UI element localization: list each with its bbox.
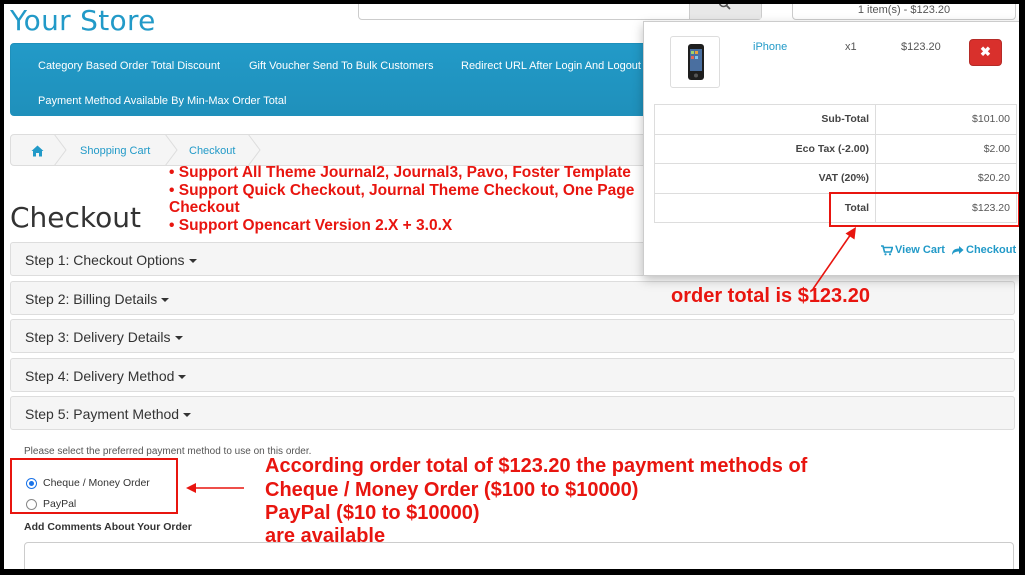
comments-label: Add Comments About Your Order: [24, 521, 192, 533]
page-title: Checkout: [10, 201, 141, 234]
totals-value: $2.00: [875, 133, 1017, 164]
payment-option-label: Cheque / Money Order: [43, 477, 150, 489]
cart-item-price: $123.20: [901, 41, 941, 53]
promo-line-1: • Support All Theme Journal2, Journal3, …: [169, 164, 631, 181]
step-payment-method[interactable]: Step 5: Payment Method: [10, 396, 1015, 430]
breadcrumb-checkout[interactable]: Checkout: [189, 145, 235, 157]
totals-label: Eco Tax (-2.00): [654, 133, 876, 164]
search-bar: [358, 4, 762, 20]
breadcrumb-shopping-cart[interactable]: Shopping Cart: [80, 145, 150, 157]
caret-down-icon: [174, 336, 183, 341]
step-delivery-method[interactable]: Step 4: Delivery Method: [10, 358, 1015, 392]
step-title: Step 4: Delivery Method: [25, 368, 175, 384]
arrow-up-annotation: [812, 227, 856, 290]
payment-option-paypal[interactable]: PayPal: [26, 498, 76, 510]
close-icon: ✖: [980, 44, 991, 59]
table-row: Eco Tax (-2.00) $2.00: [654, 133, 1017, 164]
search-button[interactable]: [689, 4, 761, 19]
comments-textarea[interactable]: [24, 542, 1014, 569]
checkout-link[interactable]: Checkout: [951, 244, 1016, 256]
search-icon: [718, 4, 731, 10]
breadcrumb-separator: [164, 134, 178, 166]
product-thumbnail[interactable]: [670, 36, 720, 88]
menu-item-payment-min-max[interactable]: Payment Method Available By Min-Max Orde…: [38, 95, 286, 107]
step-title: Step 1: Checkout Options: [25, 252, 185, 268]
promo-line-2: • Support Quick Checkout, Journal Theme …: [169, 181, 635, 199]
menu-item-gift-voucher[interactable]: Gift Voucher Send To Bulk Customers: [249, 60, 433, 72]
share-icon: [952, 245, 964, 255]
caret-down-icon: [183, 413, 192, 418]
caret-down-icon: [188, 259, 197, 264]
annotation-methods-line-4: are available: [265, 525, 386, 547]
payment-option-label: PayPal: [43, 498, 77, 510]
payment-option-cheque[interactable]: Cheque / Money Order: [26, 477, 150, 489]
step-delivery-details[interactable]: Step 3: Delivery Details: [10, 319, 1015, 353]
home-icon[interactable]: [31, 144, 44, 162]
arrow-left-annotation: [186, 483, 244, 493]
total-highlight: [829, 192, 1019, 227]
store-logo[interactable]: Your Store: [10, 4, 156, 37]
annotation-methods-line-3: PayPal ($10 to $10000): [265, 502, 480, 524]
step-title: Step 2: Billing Details: [25, 291, 158, 307]
radio-button[interactable]: [26, 498, 37, 510]
totals-value: $20.20: [875, 163, 1017, 194]
search-input[interactable]: [369, 4, 669, 5]
menu-item-redirect-url[interactable]: Redirect URL After Login And Logout: [461, 60, 641, 72]
breadcrumb: Shopping Cart Checkout: [10, 134, 660, 166]
annotation-methods-line-2: Cheque / Money Order ($100 to $10000): [265, 479, 639, 501]
shopping-cart-icon: [881, 244, 893, 255]
caret-down-icon: [178, 375, 187, 380]
totals-value: $101.00: [875, 104, 1017, 135]
breadcrumb-separator: [53, 134, 67, 166]
checkout-label: Checkout: [966, 244, 1017, 256]
breadcrumb-separator: [247, 134, 261, 166]
remove-item-button[interactable]: ✖: [969, 39, 1002, 66]
promo-line-3: Checkout: [169, 199, 240, 216]
view-cart-link[interactable]: View Cart: [881, 244, 945, 256]
cart-item-qty: x1: [845, 41, 857, 53]
caret-down-icon: [161, 298, 170, 303]
totals-label: VAT (20%): [654, 163, 876, 194]
annotation-methods-line-1: According order total of $123.20 the pay…: [265, 455, 808, 477]
table-row: VAT (20%) $20.20: [654, 163, 1017, 194]
radio-button-checked[interactable]: [26, 477, 37, 489]
cart-button[interactable]: 1 item(s) - $123.20: [792, 4, 1016, 20]
main-menu: Category Based Order Total Discount Gift…: [10, 43, 660, 116]
step-title: Step 3: Delivery Details: [25, 329, 171, 345]
screenshot-frame: Your Store 1 item(s) - $123.20 Category …: [4, 4, 1019, 569]
step-title: Step 5: Payment Method: [25, 406, 180, 422]
payment-options-highlight: Cheque / Money Order PayPal: [10, 458, 178, 514]
phone-icon: [688, 44, 704, 80]
table-row: Sub-Total $101.00: [654, 104, 1017, 135]
menu-item-category-discount[interactable]: Category Based Order Total Discount: [38, 60, 220, 72]
annotation-order-total: order total is $123.20: [671, 285, 870, 307]
promo-line-4: • Support Opencart Version 2.X + 3.0.X: [169, 216, 453, 234]
totals-label: Sub-Total: [654, 104, 876, 135]
view-cart-label: View Cart: [895, 244, 945, 256]
cart-item-name[interactable]: iPhone: [753, 41, 787, 53]
